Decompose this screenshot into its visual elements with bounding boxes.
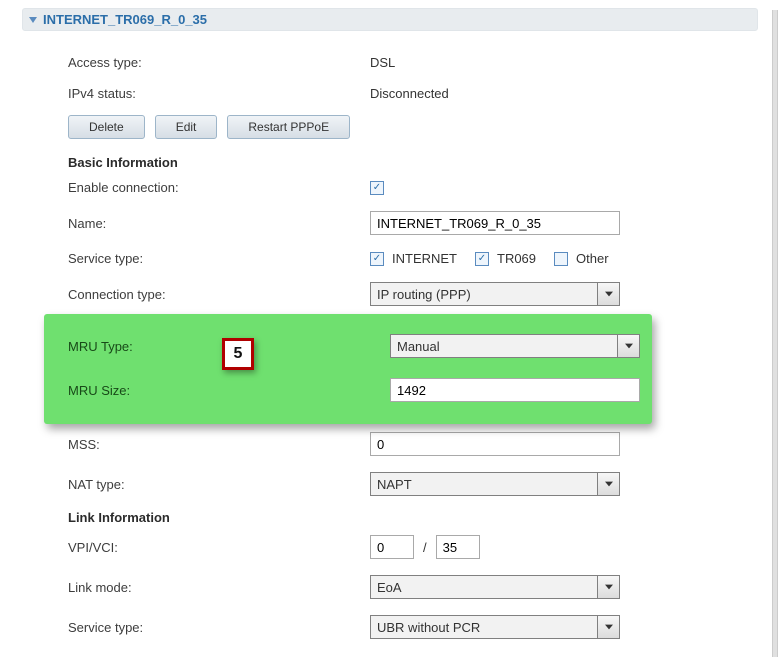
name-input[interactable] (370, 211, 620, 235)
name-label: Name: (0, 216, 370, 231)
link-service-type-label: Service type: (0, 620, 370, 635)
service-type-label: Service type: (0, 251, 370, 266)
link-service-type-value: UBR without PCR (377, 620, 480, 635)
vpivci-label: VPI/VCI: (0, 540, 370, 555)
nat-type-label: NAT type: (0, 477, 370, 492)
service-tr069-checkbox[interactable] (475, 252, 489, 266)
chevron-down-icon (597, 283, 619, 305)
connection-type-label: Connection type: (0, 287, 370, 302)
mss-input[interactable] (370, 432, 620, 456)
mru-size-input[interactable] (390, 378, 640, 402)
scrollbar-track[interactable] (772, 10, 778, 657)
chevron-down-icon (617, 335, 639, 357)
edit-button[interactable]: Edit (155, 115, 218, 139)
nat-type-value: NAPT (377, 477, 412, 492)
service-internet-checkbox[interactable] (370, 252, 384, 266)
service-other-checkbox[interactable] (554, 252, 568, 266)
vpi-input[interactable] (370, 535, 414, 559)
panel-header[interactable]: INTERNET_TR069_R_0_35 (22, 8, 758, 31)
vpivci-separator: / (423, 540, 427, 555)
chevron-down-icon (597, 576, 619, 598)
basic-info-heading: Basic Information (0, 149, 780, 172)
action-button-row: Delete Edit Restart PPPoE (0, 109, 780, 149)
service-internet-label: INTERNET (392, 251, 457, 266)
ipv4-status-label: IPv4 status: (0, 86, 370, 101)
ipv4-status-value: Disconnected (370, 86, 780, 101)
form-body: Access type: DSL IPv4 status: Disconnect… (0, 37, 780, 657)
chevron-down-icon (597, 616, 619, 638)
callout-step-number: 5 (222, 338, 254, 370)
access-type-value: DSL (370, 55, 780, 70)
connection-type-select[interactable]: IP routing (PPP) (370, 282, 620, 306)
service-tr069-label: TR069 (497, 251, 536, 266)
service-other-label: Other (576, 251, 609, 266)
link-service-type-select[interactable]: UBR without PCR (370, 615, 620, 639)
delete-button[interactable]: Delete (68, 115, 145, 139)
chevron-down-icon (597, 473, 619, 495)
access-type-label: Access type: (0, 55, 370, 70)
highlight-callout: 5 MRU Type: Manual MRU Size: (44, 314, 652, 424)
mss-label: MSS: (0, 437, 370, 452)
mru-type-select[interactable]: Manual (390, 334, 640, 358)
nat-type-select[interactable]: NAPT (370, 472, 620, 496)
mru-type-value: Manual (397, 339, 440, 354)
vci-input[interactable] (436, 535, 480, 559)
panel-title: INTERNET_TR069_R_0_35 (43, 12, 207, 27)
connection-type-value: IP routing (PPP) (377, 287, 471, 302)
link-mode-label: Link mode: (0, 580, 370, 595)
link-info-heading: Link Information (0, 504, 780, 527)
enable-connection-label: Enable connection: (0, 180, 370, 195)
link-mode-value: EoA (377, 580, 402, 595)
link-mode-select[interactable]: EoA (370, 575, 620, 599)
enable-connection-checkbox[interactable] (370, 181, 384, 195)
mru-size-label: MRU Size: (44, 383, 414, 398)
chevron-down-icon (29, 17, 37, 23)
restart-pppoe-button[interactable]: Restart PPPoE (227, 115, 350, 139)
